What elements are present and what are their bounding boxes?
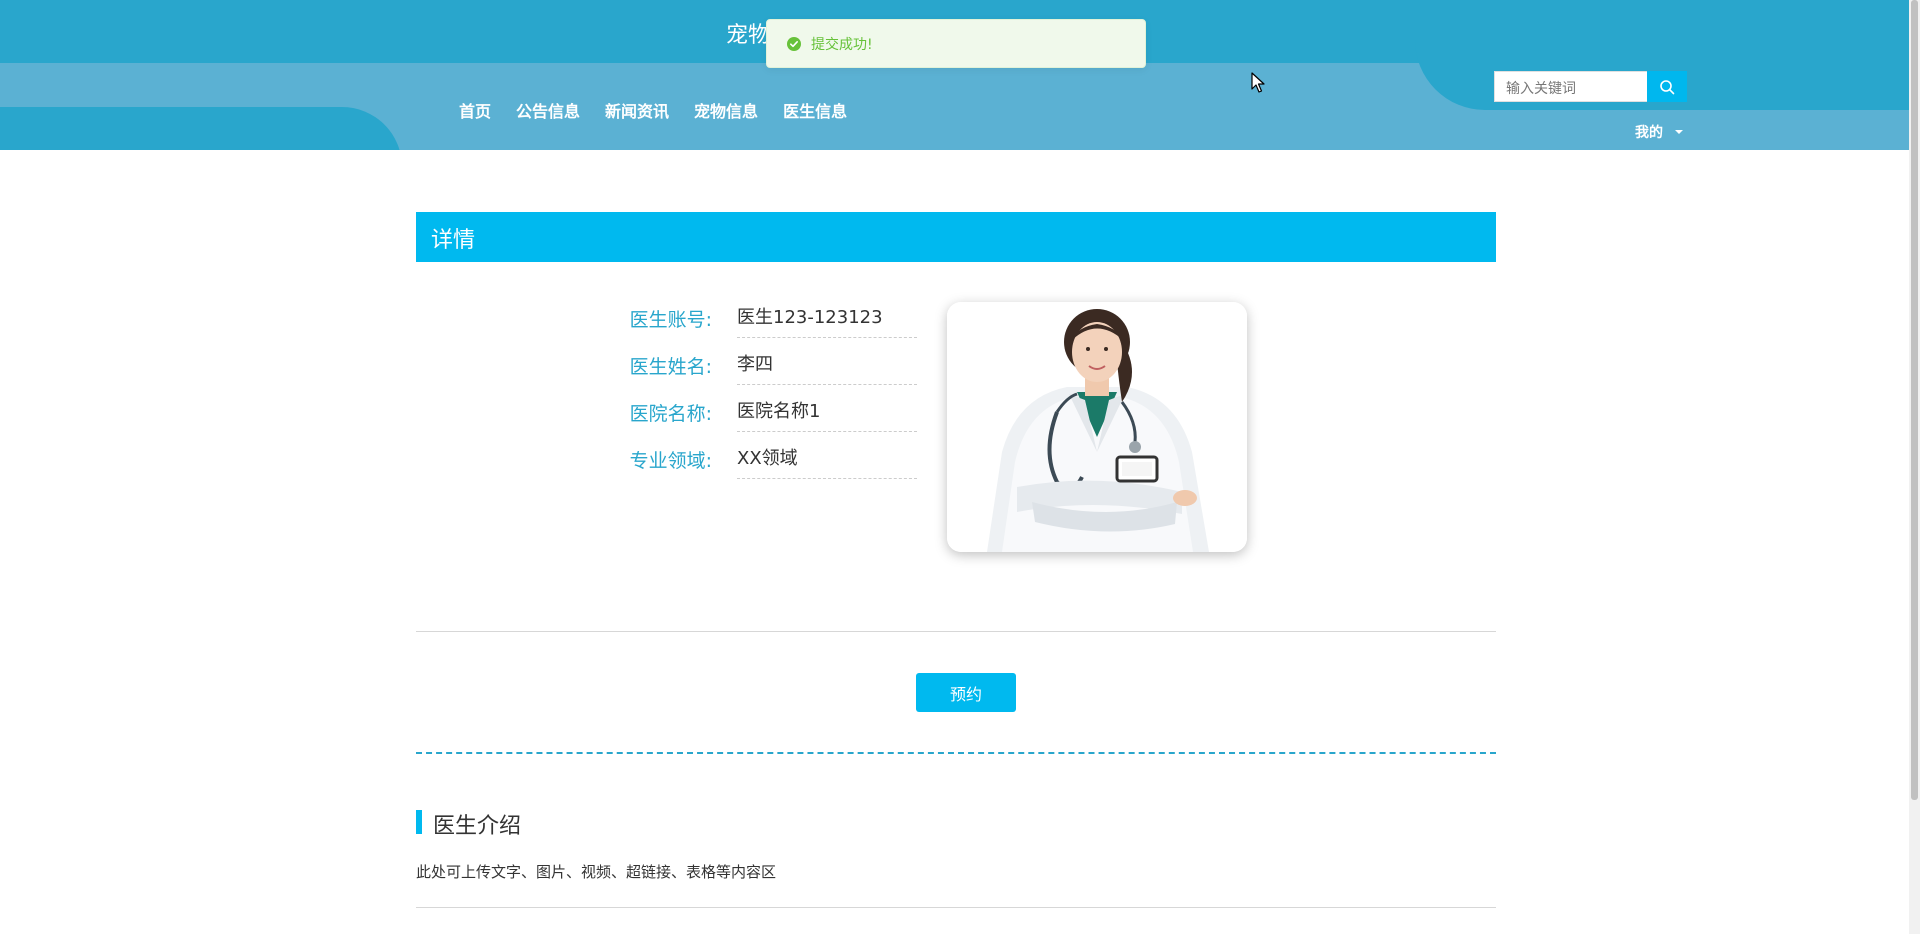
section-title: 详情 (431, 228, 476, 253)
scrollbar-thumb[interactable] (1911, 0, 1918, 800)
field-value-account: 医生123-123123 (737, 303, 917, 338)
nav-item-news[interactable]: 新闻资讯 (605, 98, 669, 122)
site-title: 宠物 (726, 23, 771, 48)
user-menu-dropdown[interactable]: 我的 (1635, 122, 1683, 142)
field-label-account: 医生账号: (629, 309, 712, 331)
check-circle-icon (787, 36, 801, 51)
nav-item-home[interactable]: 首页 (459, 98, 491, 122)
header-left-decoration (0, 107, 402, 150)
mouse-cursor-icon (1251, 72, 1265, 98)
intro-content: 此处可上传文字、图片、视频、超链接、表格等内容区 (416, 863, 777, 881)
field-label-hospital: 医院名称: (629, 403, 712, 425)
book-appointment-button[interactable]: 预约 (916, 673, 1016, 712)
chevron-down-icon (1675, 130, 1683, 134)
field-label-specialty: 专业领域: (629, 450, 712, 472)
nav-item-doctors[interactable]: 医生信息 (783, 98, 847, 122)
divider (416, 907, 1496, 908)
nav-item-notices[interactable]: 公告信息 (516, 98, 580, 122)
divider (416, 631, 1496, 632)
main-nav: 首页 公告信息 新闻资讯 宠物信息 医生信息 (459, 98, 872, 122)
intro-section-title: 医生介绍 (416, 808, 521, 840)
field-label-name: 医生姓名: (629, 356, 712, 378)
user-menu-label: 我的 (1635, 125, 1663, 141)
search-icon (1660, 79, 1675, 94)
doctor-photo (947, 302, 1247, 552)
toast-message: 提交成功! (811, 36, 873, 53)
field-value-name: 李四 (737, 350, 917, 385)
success-toast: 提交成功! (766, 19, 1146, 68)
search-input[interactable]: 输入关键词 (1494, 71, 1648, 102)
field-value-specialty: XX领域 (737, 444, 917, 479)
dashed-divider (416, 752, 1496, 754)
doctor-portrait-image (947, 302, 1247, 552)
field-value-hospital: 医院名称1 (737, 397, 917, 432)
detail-section-header: 详情 (416, 212, 1496, 262)
search-button[interactable] (1647, 71, 1687, 102)
nav-item-pets[interactable]: 宠物信息 (694, 98, 758, 122)
